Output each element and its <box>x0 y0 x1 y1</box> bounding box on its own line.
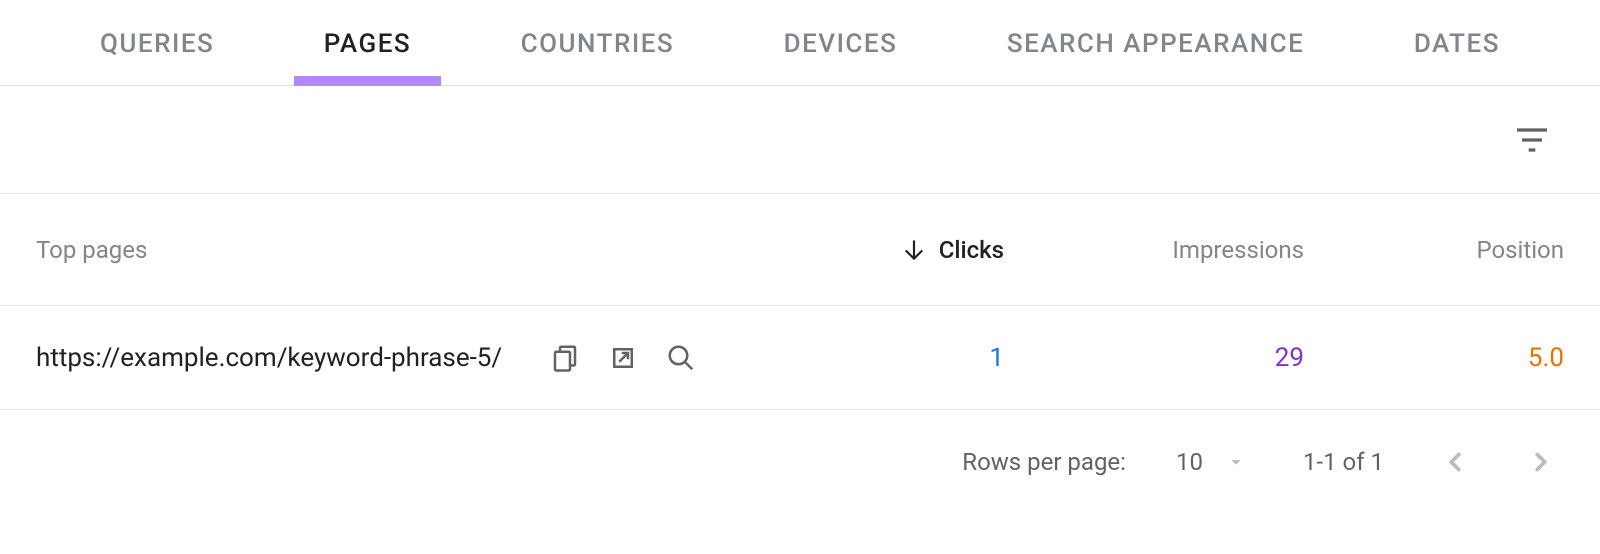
tab-pages[interactable]: PAGES <box>324 0 411 85</box>
column-header-clicks[interactable]: Clicks <box>939 236 1004 264</box>
filter-bar <box>0 86 1600 194</box>
sort-descending-icon[interactable] <box>901 237 927 263</box>
cell-clicks: 1 <box>989 343 1004 373</box>
column-header-position[interactable]: Position <box>1476 236 1564 264</box>
prev-page-button[interactable] <box>1440 447 1470 477</box>
column-header-page: Top pages <box>36 236 147 264</box>
rows-per-page-label: Rows per page: <box>962 448 1126 476</box>
tab-countries[interactable]: COUNTRIES <box>521 0 674 85</box>
tab-queries[interactable]: QUERIES <box>100 0 214 85</box>
copy-icon[interactable] <box>550 343 580 373</box>
tab-search-appearance[interactable]: SEARCH APPEARANCE <box>1007 0 1304 85</box>
rows-per-page-value: 10 <box>1176 448 1203 476</box>
filter-icon[interactable] <box>1512 120 1552 160</box>
cell-impressions: 29 <box>1275 343 1304 373</box>
column-header-impressions[interactable]: Impressions <box>1172 236 1304 264</box>
dropdown-arrow-icon <box>1225 451 1247 473</box>
tab-dates[interactable]: DATES <box>1414 0 1500 85</box>
page-url: https://example.com/keyword-phrase-5/ <box>36 343 502 373</box>
table-pagination: Rows per page: 10 1-1 of 1 <box>0 410 1600 514</box>
search-icon[interactable] <box>666 343 696 373</box>
open-in-new-icon[interactable] <box>608 343 638 373</box>
cell-position: 5.0 <box>1528 343 1564 373</box>
next-page-button[interactable] <box>1526 447 1556 477</box>
table-header: Top pages Clicks Impressions Position <box>0 194 1600 306</box>
pagination-range: 1-1 of 1 <box>1303 448 1384 476</box>
tab-devices[interactable]: DEVICES <box>784 0 898 85</box>
table-row[interactable]: https://example.com/keyword-phrase-5/ 1 … <box>0 306 1600 410</box>
rows-per-page-select[interactable]: 10 <box>1176 448 1247 476</box>
tabs-bar: QUERIES PAGES COUNTRIES DEVICES SEARCH A… <box>0 0 1600 86</box>
